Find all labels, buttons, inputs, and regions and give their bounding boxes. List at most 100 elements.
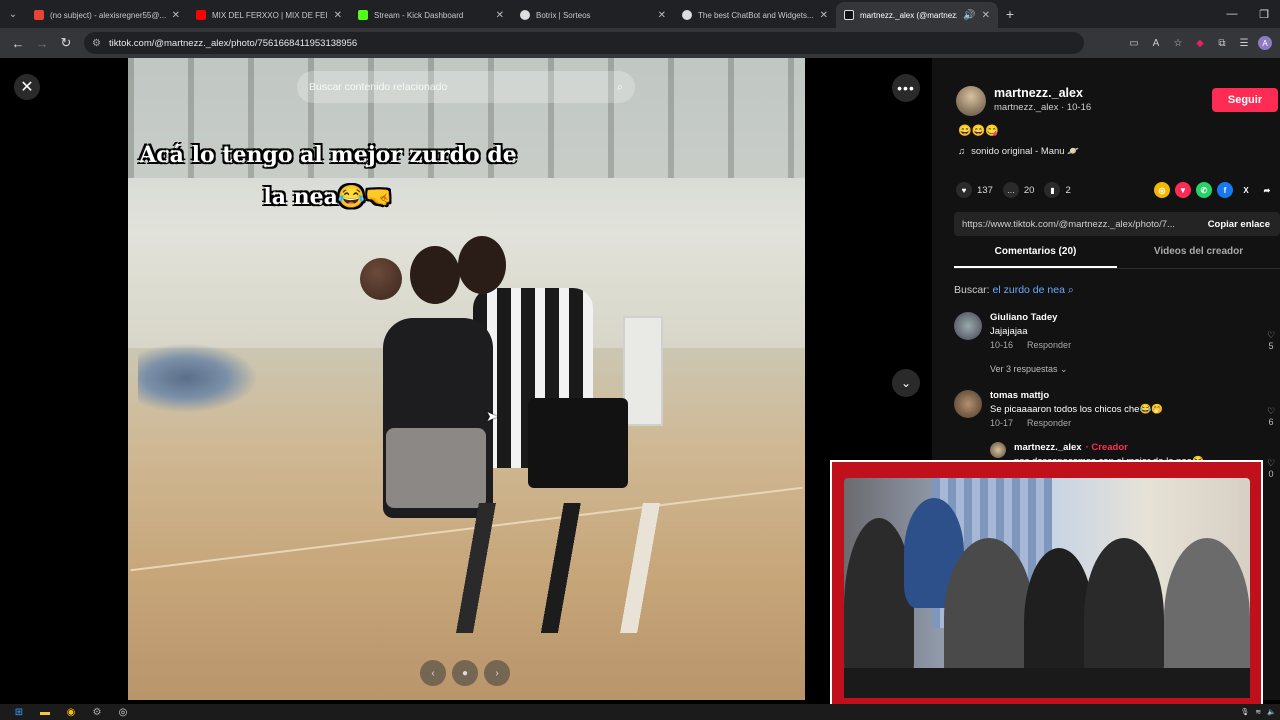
photo-player-defender-head [458, 236, 506, 294]
chrome-icon[interactable]: ◉ [64, 705, 78, 719]
photo-player-dribbler-head [410, 246, 460, 304]
comment-meta: 10-17 Responder [990, 418, 1071, 428]
like-count: 137 [977, 184, 993, 196]
commenter-avatar[interactable] [954, 312, 982, 340]
comment-count: 20 [1023, 184, 1035, 196]
comment-action[interactable]: … 20 [1002, 182, 1035, 198]
commenter-name[interactable]: Giuliano Tadey [990, 312, 1057, 323]
share-link-url[interactable]: https://www.tiktok.com/@martnezz._alex/p… [954, 219, 1198, 230]
mic-icon[interactable]: 🎙 [1241, 708, 1250, 716]
heart-outline-icon: ♡ [1266, 406, 1276, 416]
carousel-next-icon[interactable]: › [484, 660, 510, 686]
search-prefix: Buscar: [954, 284, 990, 296]
close-viewer-button[interactable]: ✕ [14, 74, 40, 100]
close-icon: ✕ [20, 79, 34, 96]
minimize-icon[interactable]: — [1216, 0, 1248, 28]
browser-tab-4[interactable]: Botrix | Sorteos ✕ [512, 2, 674, 28]
whatsapp-icon[interactable]: ✆ [1196, 182, 1212, 198]
translate-icon[interactable]: A [1148, 35, 1164, 51]
carousel-dot-icon[interactable]: ● [452, 660, 478, 686]
browser-tab-2[interactable]: MIX DEL FERXXO | MIX DE FEID... ✕ [188, 2, 350, 28]
reply-avatar[interactable] [990, 442, 1006, 458]
browser-tab-5[interactable]: The best ChatBot and Widgets... ✕ [674, 2, 836, 28]
profile-avatar[interactable]: A [1258, 36, 1272, 50]
coin-share-icon[interactable]: ◎ [1154, 182, 1170, 198]
comment-search-suggestion[interactable]: Buscar: el zurdo de nea ⌕ [954, 284, 1074, 297]
author-info[interactable]: martnezz._alex martnezz._alex · 10-16 [956, 86, 1091, 116]
back-icon[interactable]: ← [6, 31, 30, 55]
follow-button[interactable]: Seguir [1212, 88, 1278, 112]
save-action[interactable]: ▮ 2 [1044, 182, 1071, 198]
close-tab-icon[interactable]: ✕ [334, 10, 342, 21]
maximize-icon[interactable]: ❐ [1248, 0, 1280, 28]
tab-search-icon[interactable]: ⌄ [0, 0, 26, 28]
facebook-icon[interactable]: f [1217, 182, 1233, 198]
address-bar[interactable]: ⚙ tiktok.com/@martnezz._alex/photo/75616… [84, 32, 1084, 54]
browser-tab-1[interactable]: (no subject) - alexisregner55@... ✕ [26, 2, 188, 28]
post-photo: Buscar contenido relacionado ⌕ Acá lo te… [128, 58, 805, 700]
comment-like[interactable]: ♡ 0 [1262, 458, 1280, 479]
settings-gear-icon[interactable]: ⚙ [90, 705, 104, 719]
window-controls: — ❐ [1216, 0, 1280, 28]
tab-creator-videos[interactable]: Videos del creador [1117, 246, 1280, 268]
extensions-puzzle-icon[interactable]: ⧉ [1214, 35, 1230, 51]
close-tab-icon[interactable]: ✕ [496, 10, 504, 21]
obs-icon[interactable]: ◎ [116, 705, 130, 719]
reply-author[interactable]: martnezz._alex · Creador [1014, 442, 1128, 453]
new-tab-button[interactable]: + [998, 0, 1022, 28]
tab-comments[interactable]: Comentarios (20) [954, 246, 1117, 268]
kick-icon [358, 10, 368, 20]
post-sound[interactable]: ♫ sonido original - Manu 🪐 [958, 146, 1079, 157]
comment-like[interactable]: ♡ 5 [1262, 330, 1280, 351]
related-content-search[interactable]: Buscar contenido relacionado ⌕ [297, 71, 635, 103]
bookmark-star-icon[interactable]: ☆ [1170, 35, 1186, 51]
photo-carousel-controls: ‹ ● › [420, 660, 510, 686]
reply-author-name[interactable]: martnezz._alex [1014, 442, 1082, 453]
related-search-placeholder: Buscar contenido relacionado [309, 81, 448, 93]
author-avatar[interactable] [956, 86, 986, 116]
audio-icon[interactable]: 🔊 [963, 10, 975, 21]
more-options-button[interactable]: ••• [892, 74, 920, 102]
browser-tab-6-active[interactable]: martnezz._alex (@martnezz... 🔊 ✕ [836, 2, 998, 28]
author-subline: martnezz._alex · 10-16 [994, 102, 1092, 113]
copy-link-button[interactable]: Copiar enlace [1198, 219, 1280, 230]
author-username[interactable]: martnezz._alex [994, 86, 1091, 100]
cast-icon[interactable]: ▭ [1126, 35, 1142, 51]
search-query[interactable]: el zurdo de nea [993, 284, 1065, 296]
view-replies-button[interactable]: Ver 3 respuestas ⌄ [990, 364, 1068, 375]
chevron-down-icon: ⌄ [900, 376, 912, 390]
file-explorer-icon[interactable]: ▬ [38, 705, 52, 719]
reply-button[interactable]: Responder [1027, 418, 1071, 428]
share-arrow-icon[interactable]: ➦ [1259, 182, 1275, 198]
next-post-button[interactable]: ⌄ [892, 369, 920, 397]
commenter-name[interactable]: tomas mattjo [990, 390, 1049, 401]
close-tab-icon[interactable]: ✕ [172, 10, 180, 21]
close-tab-icon[interactable]: ✕ [820, 10, 828, 21]
wifi-icon[interactable]: ≋ [1255, 708, 1261, 716]
system-tray: 🎙 ≋ 🔈 [1241, 704, 1276, 720]
commenter-avatar[interactable] [954, 390, 982, 418]
engagement-actions: ♥ 137 … 20 ▮ 2 [956, 182, 1071, 198]
reading-list-icon[interactable]: ☰ [1236, 35, 1252, 51]
send-share-icon[interactable]: ▼ [1175, 182, 1191, 198]
comment-like[interactable]: ♡ 6 [1262, 406, 1280, 427]
volume-icon[interactable]: 🔈 [1267, 708, 1276, 716]
reload-icon[interactable]: ↻ [54, 31, 78, 55]
extension-red-icon[interactable]: ◆ [1192, 35, 1208, 51]
photo-player-dribbler-shorts [386, 428, 486, 508]
comment-like-count: 0 [1268, 469, 1274, 479]
site-info-icon[interactable]: ⚙ [92, 38, 101, 49]
search-icon[interactable]: ⌕ [617, 81, 623, 94]
close-tab-icon[interactable]: ✕ [658, 10, 666, 21]
heart-icon: ♥ [956, 182, 972, 198]
caption-line-1: Acá lo tengo al mejor zurdo de [139, 142, 517, 168]
like-action[interactable]: ♥ 137 [956, 182, 993, 198]
forward-icon[interactable]: → [30, 31, 54, 55]
windows-taskbar: ⊞ ▬ ◉ ⚙ ◎ [0, 704, 1280, 720]
windows-start-icon[interactable]: ⊞ [12, 705, 26, 719]
reply-button[interactable]: Responder [1027, 340, 1071, 350]
browser-tab-3[interactable]: Stream - Kick Dashboard ✕ [350, 2, 512, 28]
x-twitter-icon[interactable]: X [1238, 182, 1254, 198]
carousel-prev-icon[interactable]: ‹ [420, 660, 446, 686]
close-tab-icon[interactable]: ✕ [982, 10, 990, 21]
